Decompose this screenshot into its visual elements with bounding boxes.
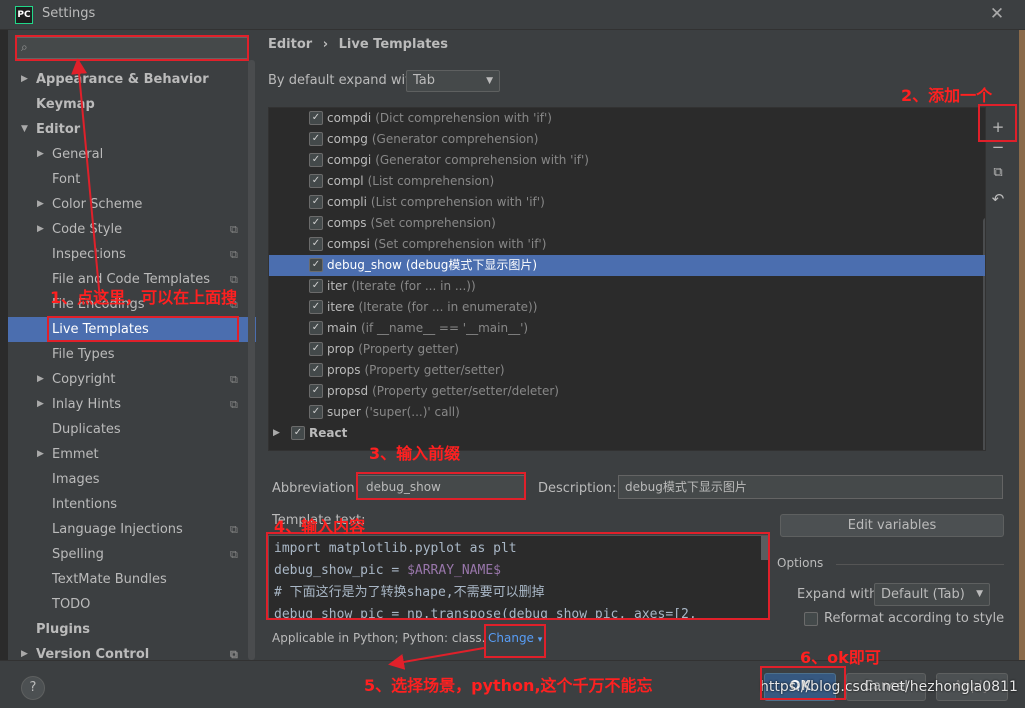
arrow-to-search [71,58,101,301]
arrow-to-change [388,647,485,670]
annotation-arrows [71,58,485,670]
